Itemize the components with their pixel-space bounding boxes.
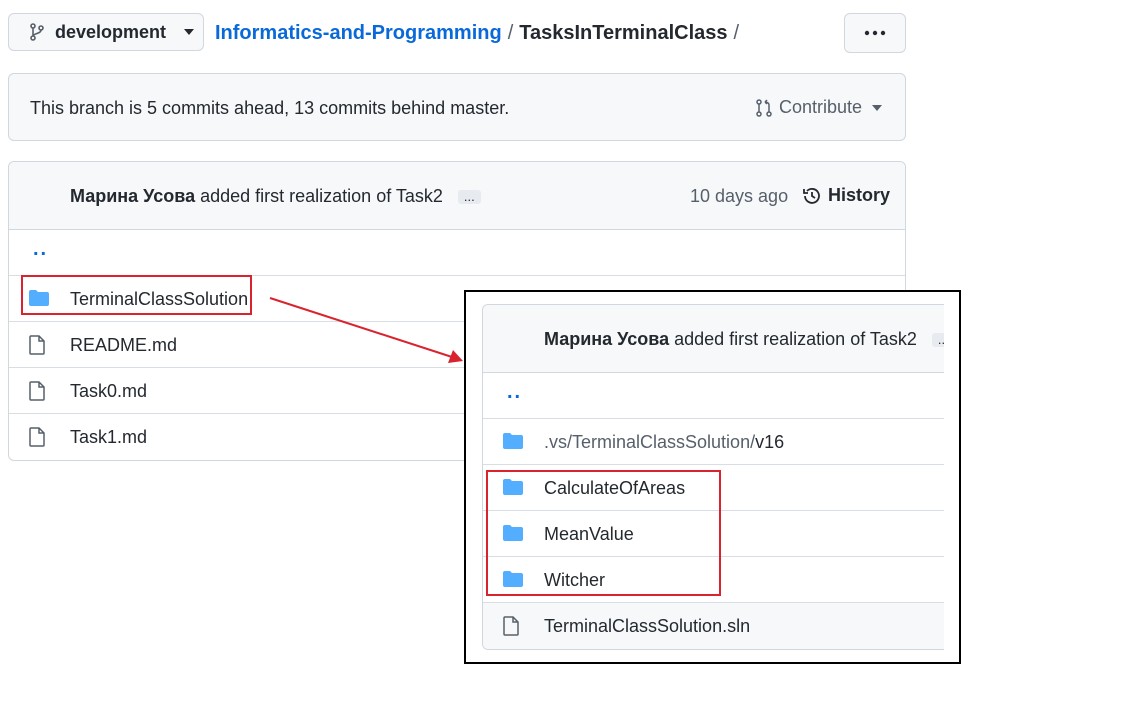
highlight-box bbox=[21, 275, 252, 315]
commit-message-link[interactable]: added first realization of Task2 bbox=[200, 186, 443, 206]
parent-directory-link[interactable]: .. bbox=[507, 381, 522, 404]
path-prefix: .vs/TerminalClassSolution/ bbox=[544, 432, 756, 452]
inset-commit-row: Марина Усова added first realization of … bbox=[483, 305, 944, 373]
highlight-box bbox=[486, 470, 721, 596]
file-name-link[interactable]: .vs/TerminalClassSolution/v16 bbox=[544, 432, 784, 453]
commit-time: 10 days ago bbox=[690, 186, 789, 206]
history-label: History bbox=[828, 185, 891, 205]
branch-selector-button[interactable]: development bbox=[8, 13, 204, 51]
caret-down-icon bbox=[872, 104, 883, 111]
contribute-label: Contribute bbox=[779, 97, 863, 117]
contribute-button[interactable]: Contribute bbox=[755, 97, 883, 118]
history-icon bbox=[802, 186, 822, 206]
caret-down-icon bbox=[184, 29, 195, 35]
file-name-link[interactable]: README.md bbox=[70, 335, 177, 356]
parent-directory-row[interactable]: .. bbox=[9, 230, 905, 276]
commit-summary: Марина Усова added first realization of … bbox=[70, 186, 481, 207]
file-icon bbox=[29, 427, 45, 447]
breadcrumb-repo-link[interactable]: Informatics-and-Programming bbox=[215, 22, 502, 45]
branch-compare-text: This branch is 5 commits ahead, 13 commi… bbox=[30, 98, 510, 118]
file-icon bbox=[503, 616, 519, 636]
breadcrumb-trailing-separator: / bbox=[733, 22, 740, 44]
git-branch-icon bbox=[29, 23, 45, 41]
parent-directory-link[interactable]: .. bbox=[33, 238, 48, 261]
commit-author-link[interactable]: Марина Усова bbox=[70, 186, 195, 206]
file-icon bbox=[29, 381, 45, 401]
branch-name: development bbox=[55, 21, 167, 42]
history-link[interactable]: History bbox=[802, 185, 890, 206]
folder-icon bbox=[503, 432, 523, 450]
breadcrumb-separator: / bbox=[507, 22, 514, 44]
more-options-button[interactable] bbox=[844, 13, 906, 53]
commit-message-link[interactable]: added first realization of Task2 bbox=[674, 329, 917, 349]
commit-author-link[interactable]: Марина Усова bbox=[544, 329, 669, 349]
latest-commit-row: Марина Усова added first realization of … bbox=[9, 162, 905, 230]
path-last-segment: v16 bbox=[755, 432, 785, 452]
file-row[interactable]: .vs/TerminalClassSolution/v16 bbox=[483, 419, 944, 465]
file-name-link[interactable]: TerminalClassSolution.sln bbox=[544, 616, 750, 637]
inset-commit-summary: Марина Усова added first realization of … bbox=[544, 329, 944, 350]
parent-directory-row[interactable]: .. bbox=[483, 373, 944, 419]
file-name-link[interactable]: Task1.md bbox=[70, 427, 147, 448]
file-row[interactable]: TerminalClassSolution.sln bbox=[483, 603, 944, 649]
breadcrumb: Informatics-and-Programming / TasksInTer… bbox=[215, 22, 739, 45]
branch-compare-banner: This branch is 5 commits ahead, 13 commi… bbox=[8, 73, 906, 141]
breadcrumb-current-dir: TasksInTerminalClass bbox=[519, 22, 728, 44]
commit-expand-button[interactable]: ... bbox=[457, 190, 481, 205]
file-name-link[interactable]: Task0.md bbox=[70, 381, 147, 402]
pull-request-icon bbox=[755, 98, 773, 117]
kebab-horizontal-icon bbox=[864, 30, 886, 36]
file-icon bbox=[29, 335, 45, 355]
commit-expand-button[interactable]: ... bbox=[931, 333, 944, 348]
